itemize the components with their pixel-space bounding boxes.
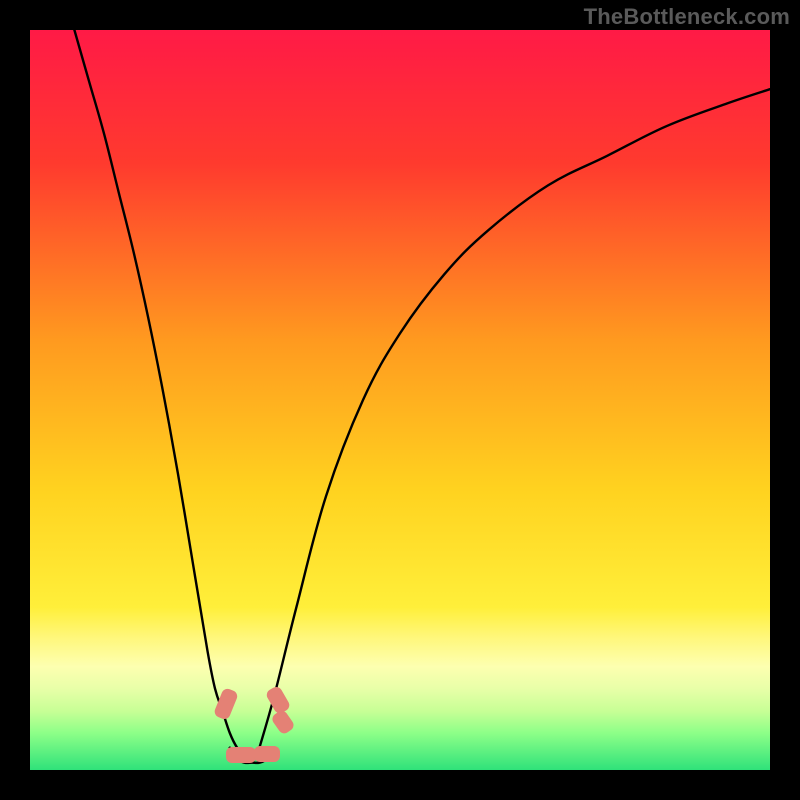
curve-layer <box>30 30 770 770</box>
watermark-label: TheBottleneck.com <box>584 4 790 30</box>
plot-area <box>30 30 770 770</box>
chart-frame: TheBottleneck.com <box>0 0 800 800</box>
trough-marker <box>254 746 280 762</box>
trough-marker <box>226 747 256 763</box>
curve-right-branch <box>259 89 770 748</box>
curve-left-branch <box>74 30 244 755</box>
